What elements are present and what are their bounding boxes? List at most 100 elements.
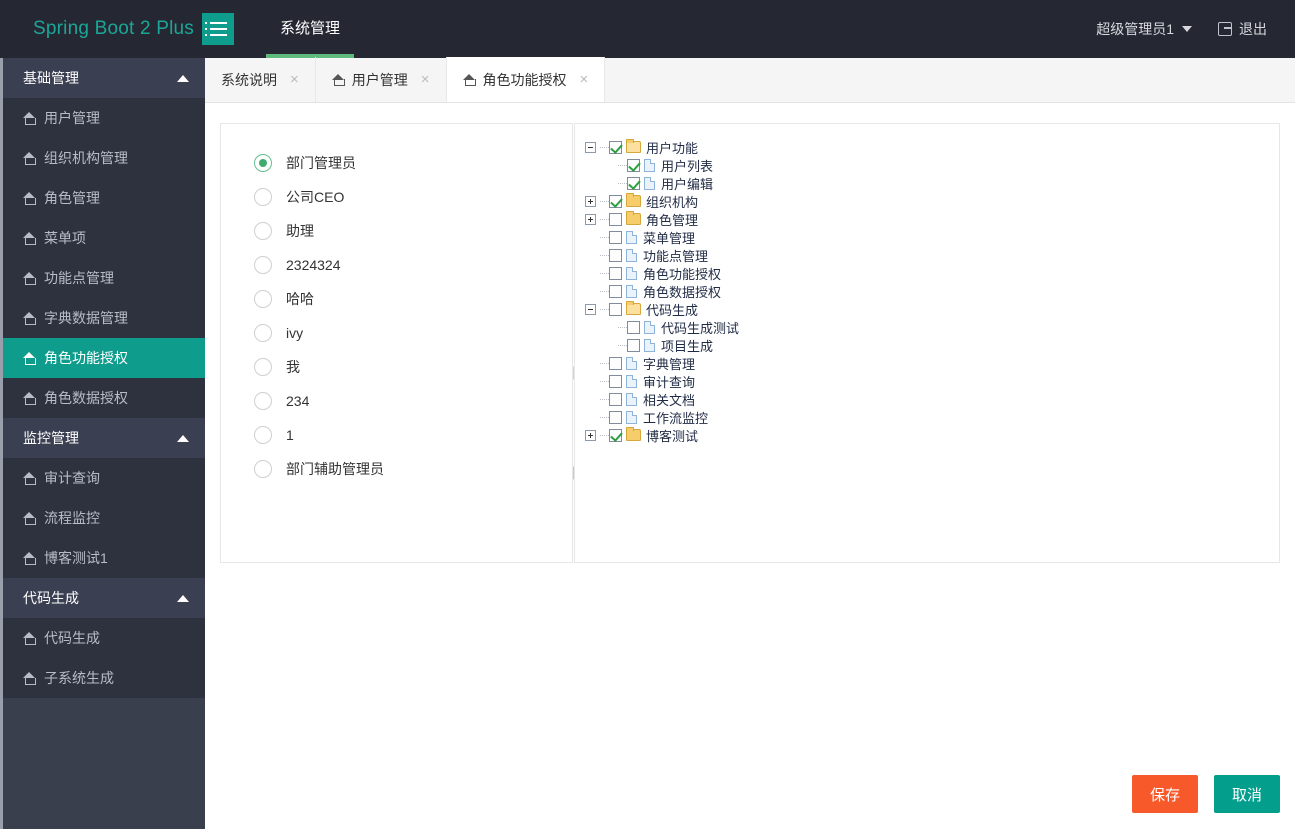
tree-node[interactable]: 用户编辑	[585, 174, 1279, 192]
checkbox-icon[interactable]	[609, 392, 622, 406]
checkbox-icon[interactable]	[627, 176, 640, 190]
tree-node[interactable]: 用户功能	[585, 138, 1279, 156]
checkbox-icon[interactable]	[609, 212, 622, 226]
list-icon[interactable]	[202, 13, 234, 45]
sidebar-item-role-mgmt[interactable]: 角色管理	[3, 178, 205, 218]
checkbox-icon[interactable]	[609, 284, 622, 298]
tree-node[interactable]: 字典管理	[585, 354, 1279, 372]
role-option-row[interactable]: 2324324	[221, 248, 572, 282]
checkbox-icon[interactable]	[609, 194, 622, 208]
tree-node[interactable]: 工作流监控	[585, 408, 1279, 426]
tree-connector	[600, 362, 609, 364]
checkbox-icon[interactable]	[627, 338, 640, 352]
close-icon[interactable]: ×	[290, 72, 299, 87]
role-option-label: 234	[286, 393, 310, 409]
sidebar-item-subsystem-generation[interactable]: 子系统生成	[3, 658, 205, 698]
checkbox-icon[interactable]	[609, 374, 622, 388]
sidebar-item-menu-entry[interactable]: 菜单项	[3, 218, 205, 258]
sidebar-item-process-monitor[interactable]: 流程监控	[3, 498, 205, 538]
tab-role-function-auth[interactable]: 角色功能授权 ×	[446, 57, 606, 102]
checkbox-icon[interactable]	[609, 140, 622, 154]
role-option-row[interactable]: 1	[221, 418, 572, 452]
role-option-label: 1	[286, 427, 294, 443]
tree-node[interactable]: 角色功能授权	[585, 264, 1279, 282]
radio-icon[interactable]	[254, 154, 272, 172]
role-option-row[interactable]: 助理	[221, 214, 572, 248]
sidebar-item-function-point[interactable]: 功能点管理	[3, 258, 205, 298]
radio-icon[interactable]	[254, 460, 272, 478]
role-option-label: 助理	[286, 223, 314, 239]
checkbox-icon[interactable]	[609, 302, 622, 316]
tree-node[interactable]: 审计查询	[585, 372, 1279, 390]
folder-icon	[626, 427, 641, 441]
expand-icon[interactable]	[585, 195, 596, 207]
sidebar-item-org-mgmt[interactable]: 组织机构管理	[3, 138, 205, 178]
radio-icon[interactable]	[254, 392, 272, 410]
role-option-row[interactable]: 部门辅助管理员	[221, 452, 572, 486]
radio-icon[interactable]	[254, 358, 272, 376]
checkbox-icon[interactable]	[609, 266, 622, 280]
tree-node[interactable]: 代码生成	[585, 300, 1279, 318]
role-option-row[interactable]: ivy	[221, 316, 572, 350]
checkbox-icon[interactable]	[627, 158, 640, 172]
collapse-icon[interactable]	[585, 303, 596, 315]
role-option-row[interactable]: 部门管理员	[221, 146, 572, 180]
sidebar-item-dictionary[interactable]: 字典数据管理	[3, 298, 205, 338]
tree-connector	[600, 236, 609, 238]
tree-node[interactable]: 用户列表	[585, 156, 1279, 174]
sidebar-item-role-function-auth[interactable]: 角色功能授权	[3, 338, 205, 378]
checkbox-icon[interactable]	[609, 410, 622, 424]
tree-node[interactable]: 博客测试	[585, 426, 1279, 444]
tree-node[interactable]: 代码生成测试	[585, 318, 1279, 336]
close-icon[interactable]: ×	[421, 72, 430, 87]
collapse-icon[interactable]	[585, 141, 596, 153]
expand-icon[interactable]	[585, 213, 596, 225]
tree-node[interactable]: 组织机构	[585, 192, 1279, 210]
tree-node[interactable]: 角色数据授权	[585, 282, 1279, 300]
radio-icon[interactable]	[254, 324, 272, 342]
checkbox-icon[interactable]	[627, 320, 640, 334]
tree-node[interactable]: 菜单管理	[585, 228, 1279, 246]
checkbox-icon[interactable]	[609, 248, 622, 262]
tree-node[interactable]: 角色管理	[585, 210, 1279, 228]
sidebar-item-user-mgmt[interactable]: 用户管理	[3, 98, 205, 138]
role-option-row[interactable]: 公司CEO	[221, 180, 572, 214]
tree-node-label: 用户编辑	[661, 176, 714, 192]
tree-node[interactable]: 功能点管理	[585, 246, 1279, 264]
checkbox-icon[interactable]	[609, 356, 622, 370]
sidebar-item-blog-test[interactable]: 博客测试1	[3, 538, 205, 578]
expand-icon[interactable]	[585, 429, 596, 441]
radio-icon[interactable]	[254, 426, 272, 444]
tab-system-description[interactable]: 系统说明 ×	[205, 57, 316, 102]
save-button[interactable]: 保存	[1132, 775, 1198, 813]
role-option-row[interactable]: 哈哈	[221, 282, 572, 316]
role-option-row[interactable]: 我	[221, 350, 572, 384]
sidebar-item-audit-query[interactable]: 审计查询	[3, 458, 205, 498]
sidebar-item-code-generation[interactable]: 代码生成	[3, 618, 205, 658]
sidebar-group-header-basic[interactable]: 基础管理	[3, 58, 205, 98]
checkbox-icon[interactable]	[609, 230, 622, 244]
cancel-button[interactable]: 取消	[1214, 775, 1280, 813]
tab-bar: 系统说明 × 用户管理 × 角色功能授权 ×	[205, 57, 1295, 103]
checkbox-icon[interactable]	[609, 428, 622, 442]
tree-node[interactable]: 项目生成	[585, 336, 1279, 354]
tab-user-management[interactable]: 用户管理 ×	[316, 57, 447, 102]
sidebar-item-role-data-auth[interactable]: 角色数据授权	[3, 378, 205, 418]
close-icon[interactable]: ×	[580, 72, 589, 87]
tree-node-label: 审计查询	[643, 374, 696, 390]
logout-button[interactable]: 退出	[1218, 19, 1267, 39]
radio-icon[interactable]	[254, 222, 272, 240]
role-option-row[interactable]: 234	[221, 384, 572, 418]
home-icon	[23, 272, 36, 285]
sidebar-item-label: 流程监控	[44, 510, 100, 526]
tree-node[interactable]: 相关文档	[585, 390, 1279, 408]
radio-icon[interactable]	[254, 256, 272, 274]
user-menu[interactable]: 超级管理员1	[1096, 19, 1192, 39]
radio-icon[interactable]	[254, 290, 272, 308]
tree-connector	[600, 200, 609, 202]
topnav-item-system[interactable]: 系统管理	[266, 0, 355, 58]
radio-icon[interactable]	[254, 188, 272, 206]
sidebar-group-header-monitor[interactable]: 监控管理	[3, 418, 205, 458]
sidebar-group-header-codegen[interactable]: 代码生成	[3, 578, 205, 618]
